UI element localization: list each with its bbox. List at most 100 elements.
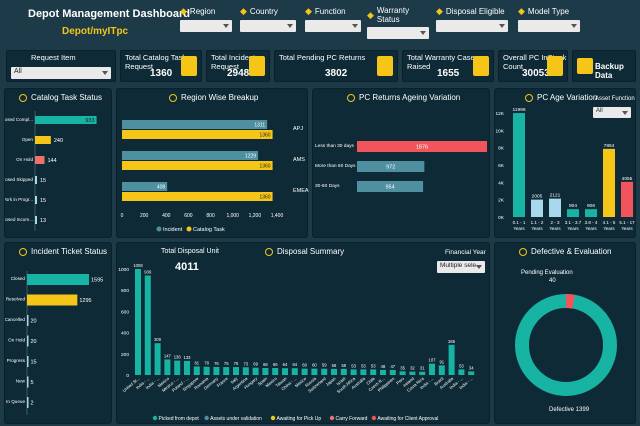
ageing-tick-label: More than 60 Days — [315, 163, 356, 169]
disposal-legend-dot — [371, 415, 377, 421]
disposal-data-label: 66 — [273, 362, 278, 367]
filter-label: ◆ Model Type — [518, 6, 580, 17]
disposal-bar — [370, 369, 377, 375]
filter-label-text: Region — [189, 7, 216, 16]
filter-label: ◆ Function — [305, 6, 361, 17]
disposal-bar — [223, 367, 230, 375]
catalog-task-chart: Closed Compl... 933 Open 240 On Hold 144 Close… — [5, 111, 97, 231]
pc-age-bar — [549, 198, 561, 217]
region-bar — [122, 192, 273, 201]
disposal-legend-dot — [152, 415, 158, 421]
disposal-bar — [233, 367, 239, 375]
backup-icon — [577, 58, 593, 74]
legend-incident: Incident — [163, 227, 183, 233]
disposal-data-label: 48 — [381, 364, 386, 369]
disposal-data-label: 60 — [312, 363, 317, 368]
pc-age-x-tick-unit: Years — [513, 226, 525, 231]
disposal-data-label: 939 — [144, 269, 152, 274]
backup-data-button[interactable]: Backup Data — [572, 50, 636, 82]
filter-label: ◆ Disposal Eligible — [436, 6, 508, 17]
filter-dropdown[interactable] — [367, 27, 429, 39]
disposal-data-label: 107 — [429, 358, 437, 363]
filter-dropdown[interactable] — [180, 20, 232, 32]
disposal-bar — [184, 360, 190, 375]
disposal-data-label: 300 — [154, 337, 162, 342]
filter-country[interactable]: ◆ Country — [240, 6, 296, 36]
disposal-data-label: 31 — [420, 366, 425, 371]
request-item-select[interactable]: All — [11, 67, 111, 79]
incident-bar — [27, 356, 29, 367]
disposal-bar — [321, 368, 328, 375]
kpi-card: Overall PC InStock Count 30053 — [498, 50, 568, 82]
page-subtitle: Depot/myITpc — [62, 26, 129, 37]
incident-bar — [27, 335, 29, 347]
incident-bar — [27, 294, 78, 306]
region-x-tick: 200 — [140, 213, 149, 219]
disposal-data-label: 64 — [283, 362, 288, 367]
disposal-bar — [164, 359, 171, 375]
catalog-task-panel: Catalog Task Status Closed Compl...933Op… — [4, 88, 112, 238]
filter-dropdown[interactable] — [436, 20, 508, 32]
disposal-data-label: 81 — [194, 360, 199, 365]
disposal-x-tick: France — [216, 376, 230, 389]
region-data-label: 1360 — [259, 133, 270, 139]
pc-age-x-tick-unit: Years — [531, 226, 543, 231]
disposal-bar — [282, 368, 288, 375]
disposal-y-tick: 0 — [126, 373, 129, 379]
disposal-data-label: 69 — [253, 362, 258, 367]
filter-dropdown[interactable] — [518, 20, 580, 32]
catalog-data-label: 13 — [40, 218, 46, 224]
disposal-y-tick: 800 — [121, 288, 129, 294]
disposal-data-label: 60 — [302, 363, 307, 368]
incident-data-label: 1295 — [79, 298, 91, 304]
disposal-data-label: 285 — [448, 339, 456, 344]
incident-bar — [27, 376, 29, 388]
filter-function[interactable]: ◆ Function — [305, 6, 361, 36]
disposal-bar — [350, 369, 357, 375]
region-tick-label: AMS — [293, 157, 305, 163]
defective-panel: Defective & Evaluation Pending Evaluatio… — [494, 242, 636, 424]
disposal-bar — [252, 367, 259, 375]
incident-tick-label: Closed — [11, 276, 26, 281]
disposal-bar — [389, 370, 396, 375]
pc-age-data-label: 906 — [587, 203, 595, 209]
disposal-bar — [262, 368, 269, 375]
catalog-bar — [35, 176, 37, 184]
filter-region[interactable]: ◆ Region — [180, 6, 232, 36]
disposal-legend-label: Awaiting for Pick Up — [277, 416, 322, 422]
disposal-bar — [409, 371, 416, 375]
filter-dropdown[interactable] — [240, 20, 296, 32]
page-title: Depot Management Dashboard — [28, 8, 190, 20]
pc-age-x-tick: 3.1 - 3.7 — [565, 220, 582, 225]
filter-dropdown[interactable] — [305, 20, 361, 32]
request-item-filter[interactable]: Request Item All — [6, 50, 116, 82]
disposal-bar — [448, 344, 455, 375]
incident-chart: Closed 1595 Resolved 1295 Cancelled 20 On Hold… — [5, 271, 103, 415]
catalog-tick-label: On Hold — [16, 157, 33, 162]
incident-bar — [27, 397, 29, 408]
ageing-data-label: 954 — [385, 185, 394, 191]
filter-disposal-eligible[interactable]: ◆ Disposal Eligible — [436, 6, 508, 36]
catalog-bar — [35, 216, 37, 224]
disposal-bar — [458, 369, 465, 375]
disposal-bar — [331, 368, 337, 375]
disposal-data-label: 58 — [341, 363, 346, 368]
incident-panel: Incident Ticket Status Closed 1595 Resolve… — [4, 242, 112, 424]
region-x-tick: 0 — [121, 213, 124, 219]
pc-age-y-tick: 4K — [498, 180, 505, 186]
ageing-data-label: 972 — [386, 165, 395, 171]
region-bar — [122, 161, 273, 170]
filter-label: ◆ Region — [180, 6, 232, 17]
disposal-data-label: 53 — [371, 363, 376, 368]
filter-warranty-status[interactable]: ◆ Warranty Status — [367, 6, 429, 39]
catalog-data-label: 15 — [40, 178, 46, 184]
kpi-label: Total Pending PC Returns — [279, 53, 366, 62]
filter-model-type[interactable]: ◆ Model Type — [518, 6, 580, 36]
incident-data-label: 15 — [31, 360, 37, 366]
region-x-tick: 600 — [184, 213, 193, 219]
region-data-label: 1311 — [254, 123, 265, 129]
disposal-legend-label: Picked from depot — [159, 416, 200, 422]
pc-age-data-label: 4055 — [622, 176, 633, 182]
incident-tick-label: New — [16, 379, 26, 384]
kpi-card: Total Incident Request 2948 — [206, 50, 270, 82]
